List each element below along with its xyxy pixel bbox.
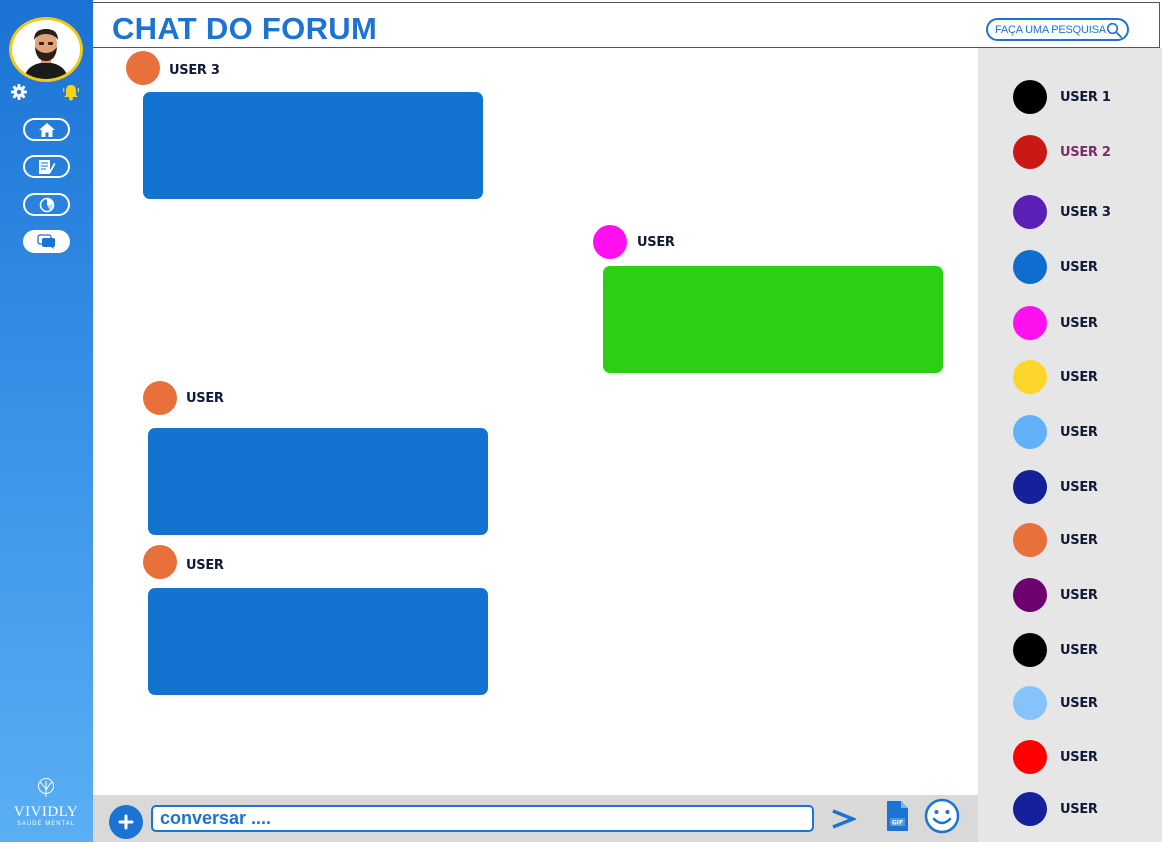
user-avatar[interactable] xyxy=(1013,470,1047,504)
user-avatar[interactable] xyxy=(1013,80,1047,114)
message-username: USER xyxy=(186,391,224,406)
message-avatar[interactable] xyxy=(593,225,627,259)
user-avatar[interactable] xyxy=(1013,135,1047,169)
nav-notes-button[interactable] xyxy=(23,155,70,178)
message-username: USER 3 xyxy=(169,63,220,78)
message-username: USER xyxy=(637,235,675,250)
user-avatar[interactable] xyxy=(1013,578,1047,612)
user-avatar[interactable] xyxy=(1013,250,1047,284)
home-icon xyxy=(38,122,55,137)
message-bubble xyxy=(148,428,488,535)
sidebar: VIVIDLY SAÚDE MENTAL xyxy=(0,0,93,842)
user-avatar[interactable] xyxy=(1013,195,1047,229)
bell-icon[interactable] xyxy=(63,83,79,101)
user-name[interactable]: USER 1 xyxy=(1060,90,1111,105)
message-input[interactable] xyxy=(151,805,814,832)
user-name[interactable]: USER xyxy=(1060,370,1098,385)
plus-icon xyxy=(118,814,134,830)
user-name[interactable]: USER xyxy=(1060,588,1098,603)
chat-icon xyxy=(36,234,55,249)
vividly-logo: VIVIDLY SAÚDE MENTAL xyxy=(10,778,82,827)
header: CHAT DO FORUM FAÇA UMA PESQUISA xyxy=(93,2,1160,48)
user-name[interactable]: USER xyxy=(1060,316,1098,331)
message-bubble xyxy=(603,266,943,373)
message-avatar[interactable] xyxy=(126,51,160,85)
user-name[interactable]: USER 3 xyxy=(1060,205,1111,220)
message-avatar[interactable] xyxy=(143,545,177,579)
user-avatar[interactable] xyxy=(1013,306,1047,340)
message-bubble xyxy=(148,588,488,695)
user-avatar[interactable] xyxy=(1013,633,1047,667)
nav-home-button[interactable] xyxy=(23,118,70,141)
logo-subtitle: SAÚDE MENTAL xyxy=(16,821,76,827)
send-icon[interactable] xyxy=(830,807,856,831)
user-list-panel: USER 1 USER 2 USER 3 USER USER USER USER USER US… xyxy=(978,48,1162,842)
profile-avatar[interactable] xyxy=(9,17,83,82)
man-avatar-icon xyxy=(12,20,80,79)
search-icon[interactable] xyxy=(1106,22,1122,38)
user-name[interactable]: USER xyxy=(1060,643,1098,658)
user-avatar[interactable] xyxy=(1013,360,1047,394)
user-avatar[interactable] xyxy=(1013,792,1047,826)
add-button[interactable] xyxy=(109,805,143,839)
notes-icon xyxy=(38,159,55,174)
nav-chat-button[interactable] xyxy=(23,230,70,253)
pie-chart-icon xyxy=(39,197,54,212)
user-name[interactable]: USER xyxy=(1060,750,1098,765)
user-name[interactable]: USER xyxy=(1060,533,1098,548)
svg-text:GIF: GIF xyxy=(892,820,903,827)
user-name[interactable]: USER 2 xyxy=(1060,145,1111,160)
gif-file-icon[interactable]: GIF xyxy=(884,800,910,832)
user-avatar[interactable] xyxy=(1013,686,1047,720)
nav-chart-button[interactable] xyxy=(23,193,70,216)
search-field[interactable]: FAÇA UMA PESQUISA xyxy=(986,18,1129,41)
user-avatar[interactable] xyxy=(1013,523,1047,557)
message-avatar[interactable] xyxy=(143,381,177,415)
composer-bar: GIF xyxy=(93,795,978,842)
user-name[interactable]: USER xyxy=(1060,260,1098,275)
gear-icon[interactable] xyxy=(11,84,27,100)
user-name[interactable]: USER xyxy=(1060,696,1098,711)
search-placeholder: FAÇA UMA PESQUISA xyxy=(995,23,1106,36)
page-title: CHAT DO FORUM xyxy=(112,11,378,46)
message-bubble xyxy=(143,92,483,199)
user-avatar[interactable] xyxy=(1013,415,1047,449)
logo-name: VIVIDLY xyxy=(13,804,79,820)
emoji-icon[interactable] xyxy=(924,798,960,834)
message-username: USER xyxy=(186,558,224,573)
user-name[interactable]: USER xyxy=(1060,802,1098,817)
user-avatar[interactable] xyxy=(1013,740,1047,774)
tree-logo-icon xyxy=(38,778,54,797)
user-name[interactable]: USER xyxy=(1060,425,1098,440)
user-name[interactable]: USER xyxy=(1060,480,1098,495)
